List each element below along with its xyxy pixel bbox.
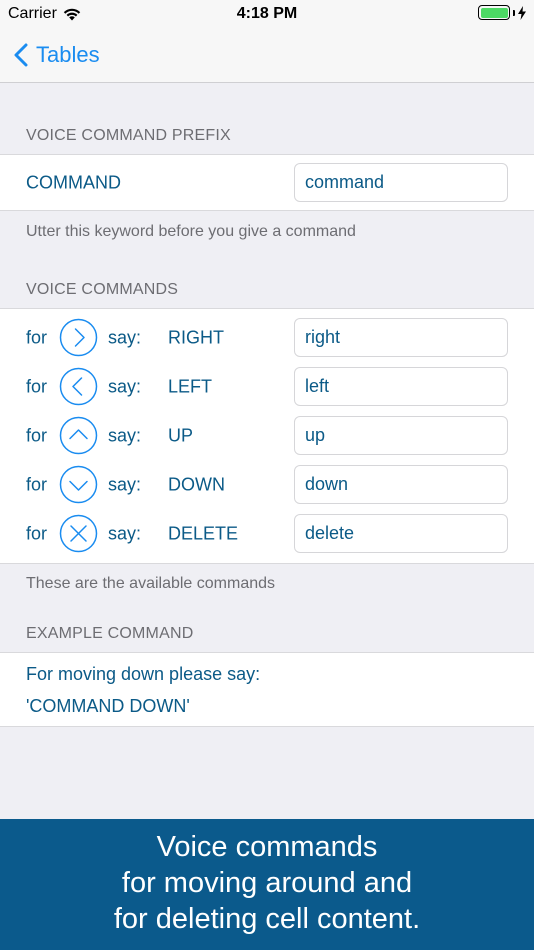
for-label: for	[26, 425, 48, 445]
command-row-left: for say: LEFT	[0, 362, 534, 411]
close-icon	[59, 514, 98, 553]
command-name: RIGHT	[168, 327, 224, 347]
prefix-section-footer: Utter this keyword before you give a com…	[26, 223, 356, 240]
commands-section-header: VOICE COMMANDS	[26, 281, 179, 298]
battery-icon	[478, 5, 510, 20]
banner-line-3: for deleting cell content.	[113, 903, 421, 935]
prefix-section-header: VOICE COMMAND PREFIX	[26, 127, 231, 144]
command-field-down[interactable]	[294, 465, 508, 504]
command-field-up[interactable]	[294, 416, 508, 455]
charging-bolt-icon	[518, 5, 526, 20]
prefix-row: COMMAND	[0, 158, 534, 207]
command-name: LEFT	[168, 376, 213, 396]
say-label: say:	[108, 376, 142, 396]
commands-section-footer: These are the available commands	[26, 575, 276, 592]
command-row-up: for say: UP	[0, 411, 534, 460]
command-field-right[interactable]	[294, 318, 508, 357]
say-label: say:	[108, 474, 142, 494]
prefix-group: COMMAND	[0, 154, 534, 211]
command-row-right: for say: RIGHT	[0, 313, 534, 362]
for-label: for	[26, 327, 48, 347]
say-label: say:	[108, 425, 142, 445]
command-field-left[interactable]	[294, 367, 508, 406]
command-name: DOWN	[168, 474, 225, 494]
say-label: say:	[108, 523, 142, 543]
battery-indicator	[478, 5, 526, 20]
command-row-down: for say: DOWN	[0, 460, 534, 509]
for-label: for	[26, 376, 48, 396]
for-label: for	[26, 523, 48, 543]
command-field-delete[interactable]	[294, 514, 508, 553]
chevron-right-icon	[59, 318, 98, 357]
prefix-row-label: COMMAND	[26, 172, 121, 192]
for-label: for	[26, 474, 48, 494]
banner-line-1: Voice commands	[156, 831, 378, 863]
banner-line-2: for moving around and	[121, 867, 413, 899]
chevron-up-icon	[59, 416, 98, 455]
status-bar: Carrier 4:18 PM	[0, 0, 534, 28]
commands-group: for say: RIGHT for say: LEFT for say: UP…	[0, 308, 534, 564]
say-label: say:	[108, 327, 142, 347]
navigation-bar: Tables	[0, 28, 534, 83]
command-name: DELETE	[168, 523, 239, 543]
chevron-left-icon	[59, 367, 98, 406]
chevron-left-icon	[14, 43, 28, 67]
chevron-down-icon	[59, 465, 98, 504]
prefix-field[interactable]	[294, 163, 508, 202]
back-button-label: Tables	[36, 42, 100, 67]
command-row-delete: for say: DELETE	[0, 509, 534, 558]
example-line-1: For moving down please say:	[26, 664, 261, 684]
clock: 4:18 PM	[236, 5, 298, 22]
example-line-2: 'COMMAND DOWN'	[26, 696, 190, 716]
example-section-header: EXAMPLE COMMAND	[26, 625, 194, 642]
back-button[interactable]: Tables	[14, 38, 100, 72]
promo-banner: Voice commands for moving around and for…	[0, 819, 534, 950]
command-name: UP	[168, 425, 194, 445]
example-group: For moving down please say: 'COMMAND DOW…	[0, 652, 534, 727]
